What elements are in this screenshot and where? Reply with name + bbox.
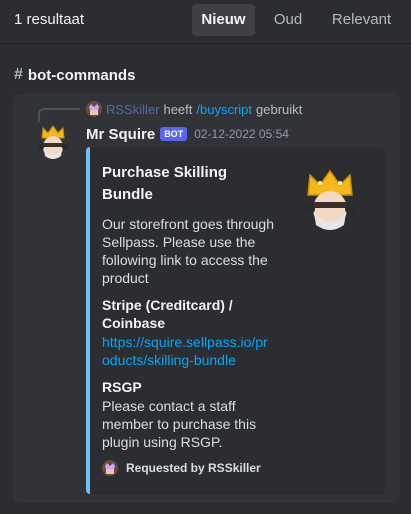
timestamp: 02-12-2022 05:54 <box>194 127 289 141</box>
footer-text: Requested by RSSkiller <box>126 461 261 475</box>
embed-footer: Requested by RSSkiller <box>102 459 261 477</box>
reply-action: heeft <box>163 101 193 117</box>
embed-thumbnail[interactable] <box>298 167 362 235</box>
tab-new[interactable]: Nieuw <box>192 4 255 36</box>
reply-suffix: gebruikt <box>256 101 303 117</box>
result-count: 1 resultaat <box>14 11 85 28</box>
tab-old[interactable]: Oud <box>262 4 314 36</box>
hash-icon: # <box>14 66 23 83</box>
tab-relevant[interactable]: Relevant <box>319 4 404 36</box>
reply-connector <box>38 108 80 122</box>
reply-context[interactable]: RSSkiller heeft /buyscript gebruikt <box>86 100 302 118</box>
reply-username[interactable]: RSSkiller <box>106 102 159 117</box>
search-results-header: 1 resultaat Nieuw Oud Relevant <box>0 0 411 44</box>
bot-badge: BOT <box>160 127 188 141</box>
channel-heading[interactable]: # bot-commands <box>14 64 135 86</box>
reply-command[interactable]: /buyscript <box>196 102 252 117</box>
footer-avatar <box>102 460 118 476</box>
author-name[interactable]: Mr Squire <box>86 126 155 143</box>
embed: Purchase Skilling Bundle Our storefront … <box>86 147 385 494</box>
embed-field-value: Please contact a staff member to purchas… <box>102 398 257 450</box>
embed-description: Our storefront goes through Sellpass. Pl… <box>102 216 274 286</box>
avatar[interactable] <box>33 122 73 162</box>
channel-name: bot-commands <box>27 66 136 84</box>
purchase-link[interactable]: https://squire.sellpass.io/products/skil… <box>102 333 272 369</box>
embed-field-name: Stripe (Creditcard) / Coinbase <box>102 297 233 331</box>
embed-field-name: RSGP <box>102 379 142 395</box>
reply-avatar <box>86 101 102 117</box>
embed-title: Purchase Skilling Bundle <box>102 164 228 203</box>
message-header: Mr Squire BOT 02-12-2022 05:54 <box>86 124 289 144</box>
